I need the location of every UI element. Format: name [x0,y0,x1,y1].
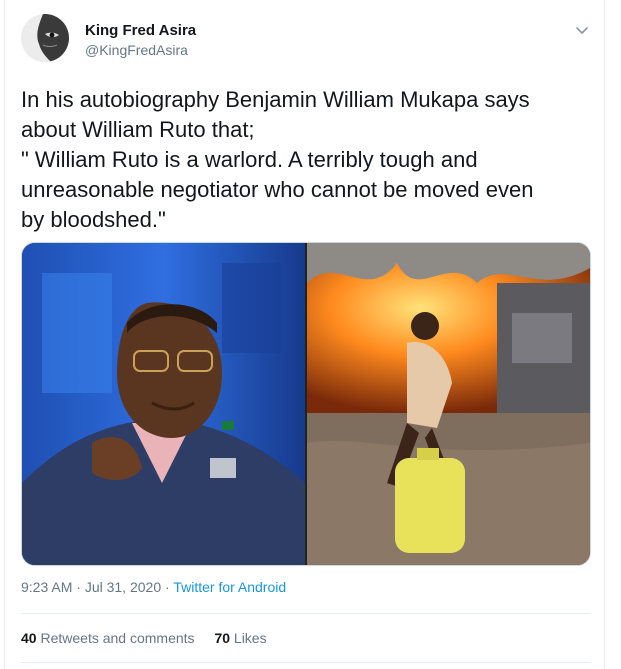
photo-politician[interactable] [22,243,305,565]
author-name[interactable]: King Fred Asira [85,22,196,39]
tweet-text-line: In his autobiography Benjamin William Mu… [21,87,530,112]
tweet-stats: 40 Retweets and comments 70 Likes [21,630,283,646]
retweets-label: Retweets and comments [40,630,195,646]
avatar-image [21,14,69,62]
retweets-count: 40 [21,630,37,646]
retweets-stat[interactable]: 40 Retweets and comments [21,630,195,646]
tweet-text-line: about William Ruto that; [21,117,255,142]
tweet-text: In his autobiography Benjamin William Mu… [21,85,591,235]
tweet-date[interactable]: Jul 31, 2020 [85,579,161,595]
tweet-meta: 9:23 AM · Jul 31, 2020 · Twitter for And… [21,579,286,595]
divider [21,662,591,663]
likes-label: Likes [233,630,267,646]
photo-fire-scene[interactable] [307,243,590,565]
meta-separator: · [76,579,81,595]
meta-separator: · [165,579,170,595]
author-handle[interactable]: @KingFredAsira [85,42,188,58]
avatar[interactable] [21,14,69,62]
divider [21,613,591,614]
likes-count: 70 [214,630,231,646]
tweet-source-link[interactable]: Twitter for Android [173,579,286,595]
tweet-media [21,242,591,566]
tweet-text-line: by bloodshed." [21,207,166,232]
chevron-down-icon[interactable] [574,22,590,38]
tweet-card: King Fred Asira @KingFredAsira In his au… [4,0,605,669]
tweet-time[interactable]: 9:23 AM [21,579,72,595]
tweet-text-line: " William Ruto is a warlord. A terribly … [21,147,478,172]
likes-stat[interactable]: 70 Likes [214,630,266,646]
tweet-text-line: unreasonable negotiator who cannot be mo… [21,177,534,202]
